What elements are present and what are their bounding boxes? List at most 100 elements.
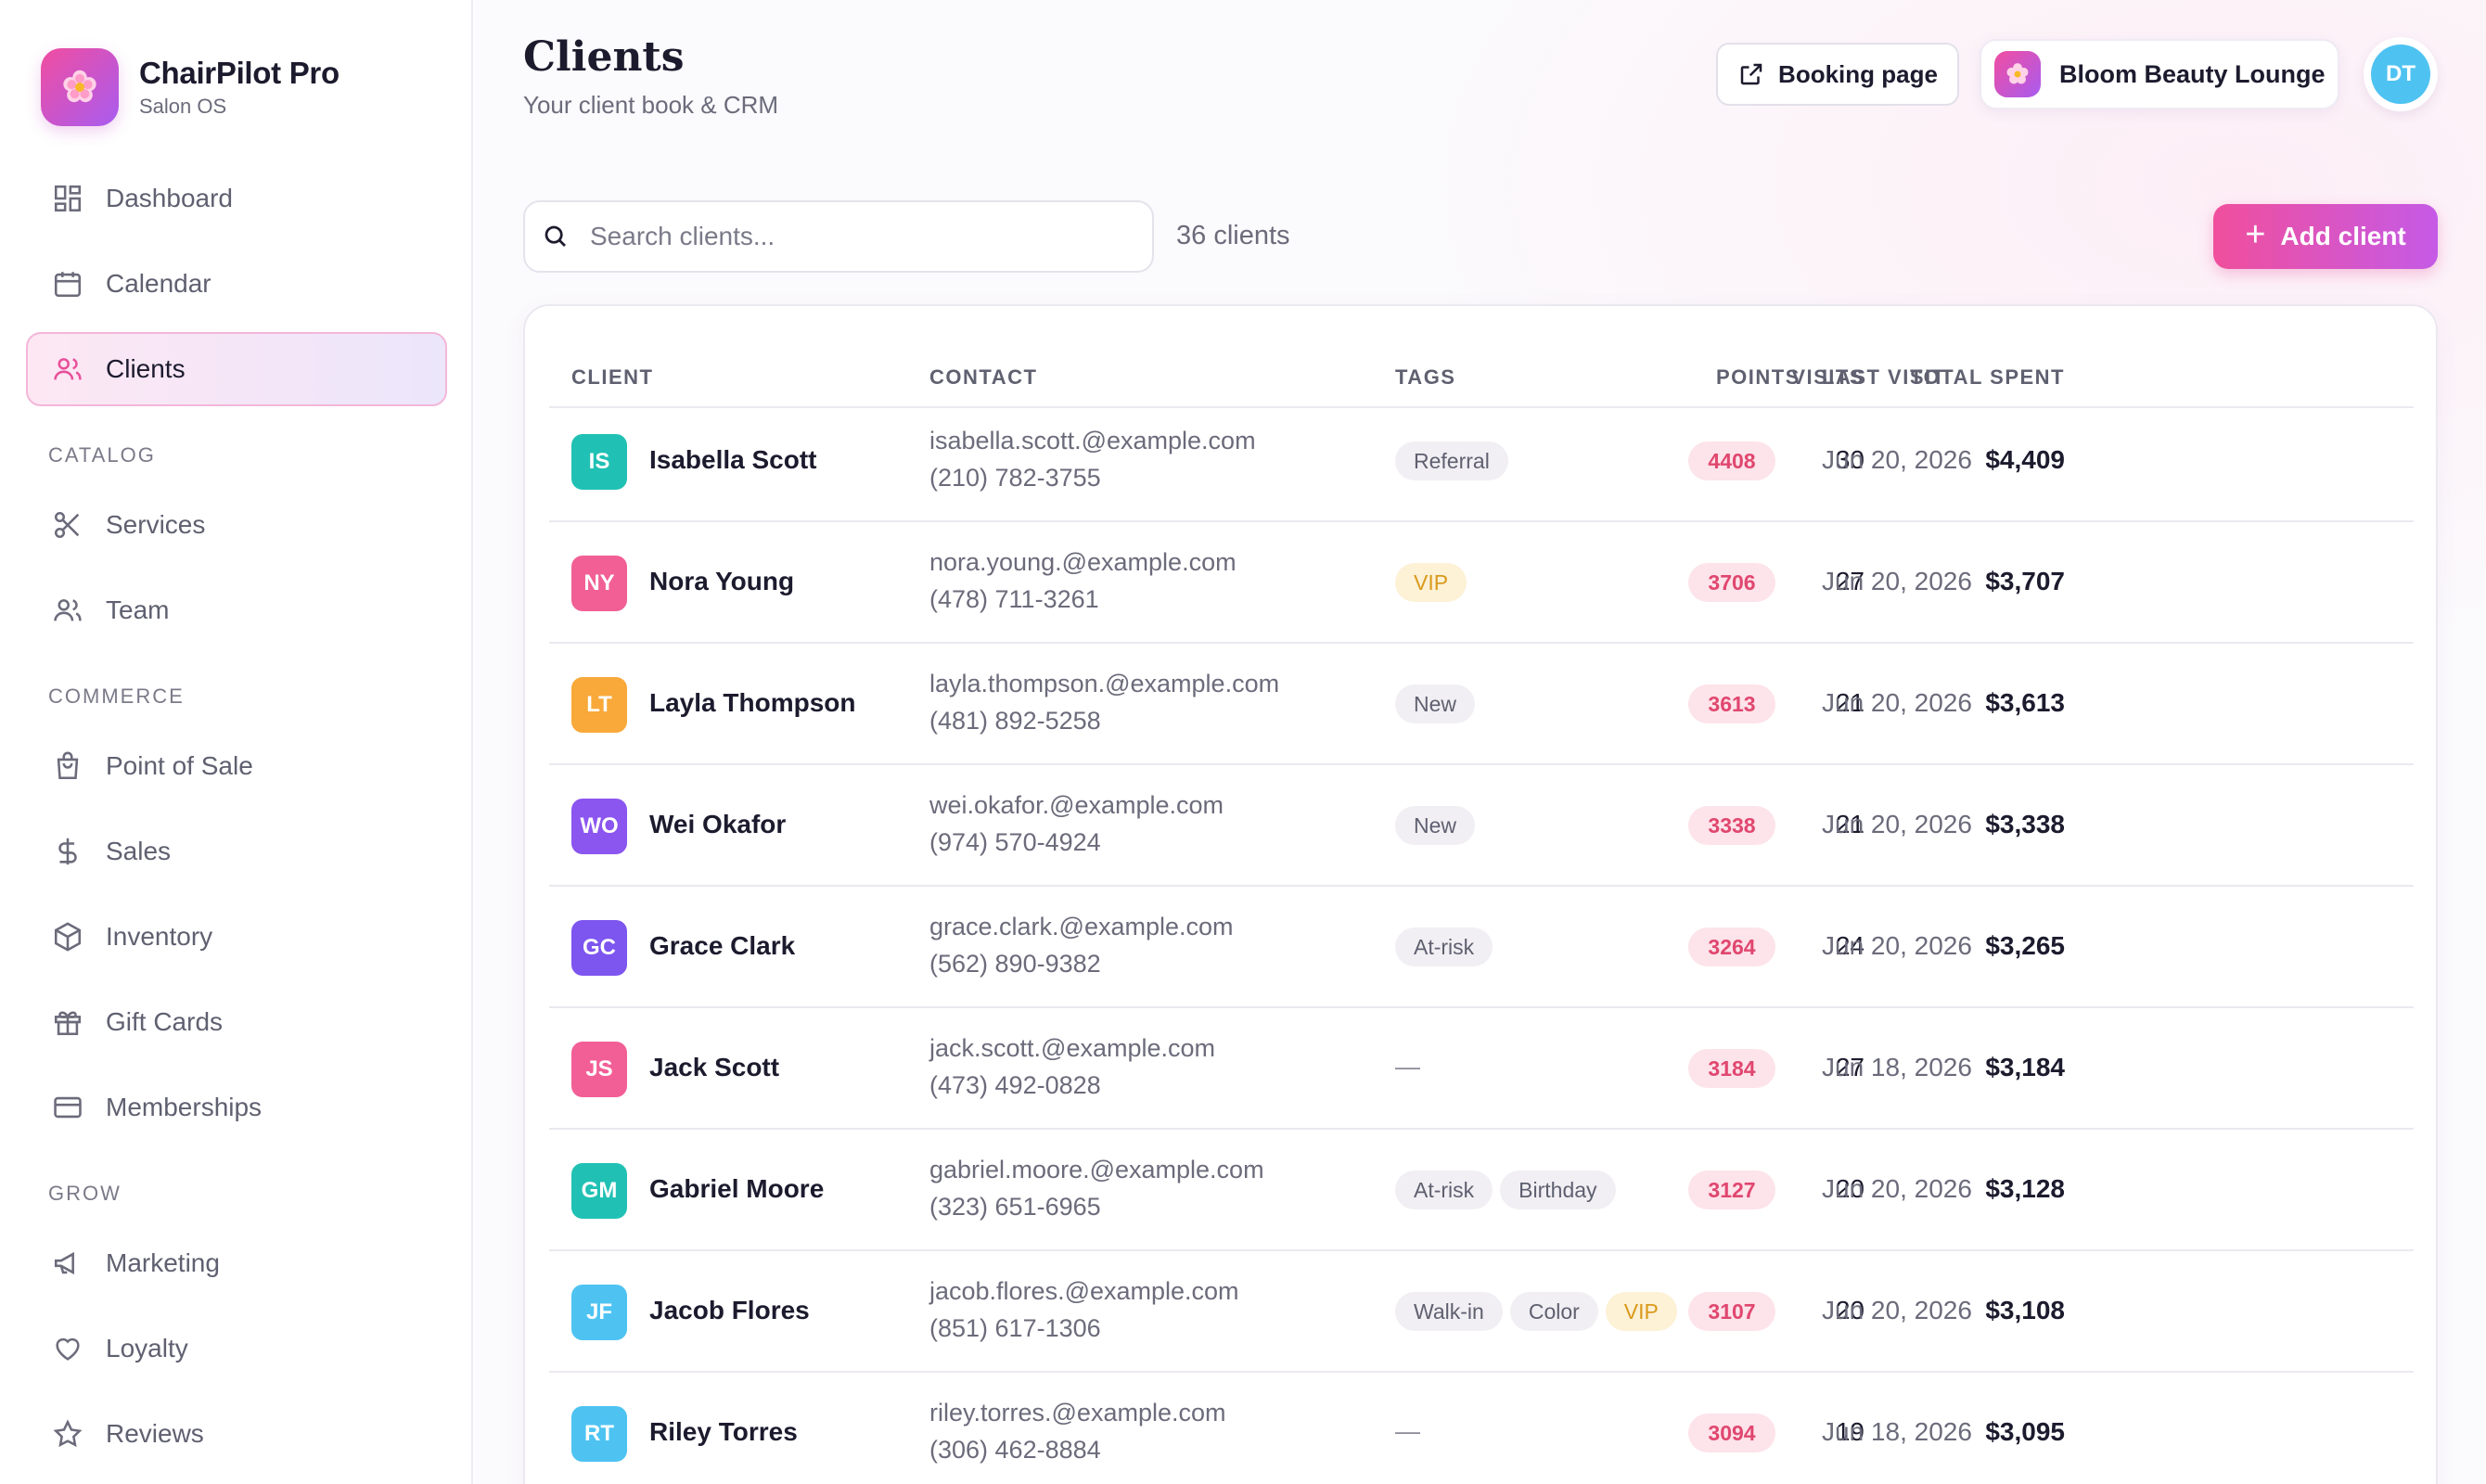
booking-page-label: Booking page bbox=[1778, 59, 1938, 88]
client-tags: Walk-in Color VIP bbox=[1395, 1292, 1685, 1331]
sidebar-item-reviews[interactable]: Reviews bbox=[26, 1397, 447, 1471]
table-row[interactable]: JF Jacob Flores jacob.flores.@example.com (… bbox=[549, 1251, 2414, 1373]
avatar: GM bbox=[571, 1163, 627, 1219]
salon-switcher[interactable]: Bloom Beauty Lounge bbox=[1980, 39, 2339, 109]
client-name[interactable]: Wei Okafor bbox=[649, 810, 786, 839]
client-total-spent: $3,108 bbox=[1985, 1296, 2065, 1324]
sidebar-item-services[interactable]: Services bbox=[26, 488, 447, 562]
client-total-spent: $3,707 bbox=[1985, 567, 2065, 595]
users-icon bbox=[54, 358, 82, 380]
scissors-icon bbox=[54, 511, 80, 539]
client-last-visit: Jun 20, 2026 bbox=[1822, 445, 1972, 474]
client-points: 3094 bbox=[1688, 1414, 1775, 1452]
salon-name: Bloom Beauty Lounge bbox=[2059, 59, 2326, 88]
table-row[interactable]: GM Gabriel Moore gabriel.moore.@example.co… bbox=[549, 1130, 2414, 1251]
client-email: jack.scott.@example.com bbox=[929, 1034, 1216, 1062]
booking-page-button[interactable]: Booking page bbox=[1716, 43, 1959, 106]
table-row[interactable]: GC Grace Clark grace.clark.@example.com (56… bbox=[549, 887, 2414, 1008]
client-email: wei.okafor.@example.com bbox=[929, 791, 1224, 819]
tag-badge: At-risk bbox=[1395, 928, 1493, 966]
column-tags[interactable]: TAGS bbox=[1395, 365, 1455, 390]
dollar-icon bbox=[58, 838, 77, 865]
client-last-visit: Jun 20, 2026 bbox=[1822, 1174, 1972, 1203]
client-tags: At-risk bbox=[1395, 928, 1500, 966]
client-email: isabella.scott.@example.com bbox=[929, 427, 1256, 454]
column-points[interactable]: POINTS bbox=[1716, 365, 1800, 390]
sidebar-item-inventory[interactable]: Inventory bbox=[26, 900, 447, 974]
brand-subtitle: Salon OS bbox=[139, 95, 227, 118]
sidebar-item-label: Services bbox=[106, 510, 206, 539]
user-initials: DT bbox=[2371, 45, 2430, 104]
table-row[interactable]: JS Jack Scott jack.scott.@example.com (473)… bbox=[549, 1008, 2414, 1130]
client-points: 3264 bbox=[1688, 928, 1775, 966]
sidebar-item-calendar[interactable]: Calendar bbox=[26, 247, 447, 321]
client-points: 4408 bbox=[1688, 441, 1775, 480]
client-email: jacob.flores.@example.com bbox=[929, 1277, 1239, 1305]
avatar: IS bbox=[571, 434, 627, 490]
client-name[interactable]: Jack Scott bbox=[649, 1053, 779, 1082]
sidebar-item-sales[interactable]: Sales bbox=[26, 814, 447, 889]
client-phone: (473) 492-0828 bbox=[929, 1071, 1101, 1099]
brand[interactable]: ChairPilot Pro Salon OS bbox=[41, 48, 340, 126]
client-name[interactable]: Jacob Flores bbox=[649, 1296, 810, 1325]
sidebar-item-loyalty[interactable]: Loyalty bbox=[26, 1311, 447, 1386]
external-link-icon bbox=[1740, 63, 1762, 85]
client-name[interactable]: Isabella Scott bbox=[649, 445, 817, 475]
sidebar-item-memberships[interactable]: Memberships bbox=[26, 1070, 447, 1145]
sidebar-item-label: Memberships bbox=[106, 1093, 263, 1121]
plus-icon: + bbox=[2245, 214, 2266, 254]
heart-icon bbox=[56, 1337, 80, 1361]
avatar: JF bbox=[571, 1285, 627, 1340]
client-name[interactable]: Gabriel Moore bbox=[649, 1174, 824, 1204]
client-name[interactable]: Riley Torres bbox=[649, 1417, 798, 1447]
sidebar-item-label: Inventory bbox=[106, 922, 213, 951]
column-contact[interactable]: CONTACT bbox=[929, 365, 1037, 390]
client-phone: (562) 890-9382 bbox=[929, 950, 1101, 978]
tag-badge: Birthday bbox=[1500, 1171, 1616, 1209]
search-input[interactable] bbox=[590, 222, 1109, 251]
client-total-spent: $4,409 bbox=[1985, 445, 2065, 474]
client-tags: — bbox=[1395, 1049, 1420, 1081]
client-points: 3127 bbox=[1688, 1171, 1775, 1209]
sidebar-item-point-of-sale[interactable]: Point of Sale bbox=[26, 729, 447, 803]
client-count: 36 clients bbox=[1176, 221, 1290, 250]
search-box[interactable] bbox=[523, 200, 1154, 273]
client-last-visit: Jun 20, 2026 bbox=[1822, 567, 1972, 595]
client-name[interactable]: Nora Young bbox=[649, 567, 794, 596]
client-name[interactable]: Grace Clark bbox=[649, 931, 795, 961]
sidebar-item-dashboard[interactable]: Dashboard bbox=[26, 161, 447, 236]
table-row[interactable]: LT Layla Thompson layla.thompson.@example.… bbox=[549, 644, 2414, 765]
table-row[interactable]: NY Nora Young nora.young.@example.com (478)… bbox=[549, 522, 2414, 644]
table-row[interactable]: RT Riley Torres riley.torres.@example.com (… bbox=[549, 1373, 2414, 1484]
avatar: LT bbox=[571, 677, 627, 733]
sidebar-item-clients[interactable]: Clients bbox=[26, 332, 447, 406]
add-client-button[interactable]: + Add client bbox=[2213, 204, 2438, 269]
table-row[interactable]: IS Isabella Scott isabella.scott.@example.… bbox=[549, 401, 2414, 522]
megaphone-icon bbox=[54, 1251, 74, 1275]
sidebar-item-gift-cards[interactable]: Gift Cards bbox=[26, 985, 447, 1059]
sidebar-item-label: Team bbox=[106, 595, 170, 624]
client-points: 3107 bbox=[1688, 1292, 1775, 1331]
table-row[interactable]: WO Wei Okafor wei.okafor.@example.com (974)… bbox=[549, 765, 2414, 887]
avatar: GC bbox=[571, 920, 627, 976]
client-total-spent: $3,338 bbox=[1985, 810, 2065, 838]
client-email: layla.thompson.@example.com bbox=[929, 670, 1280, 697]
column-last-visit: LAST VISIT bbox=[1822, 365, 1946, 389]
sidebar-item-label: Sales bbox=[106, 837, 172, 865]
tag-badge: Color bbox=[1509, 1292, 1598, 1331]
sidebar-item-marketing[interactable]: Marketing bbox=[26, 1226, 447, 1300]
client-points: 3613 bbox=[1688, 684, 1775, 723]
sidebar-item-team[interactable]: Team bbox=[26, 573, 447, 647]
team-icon bbox=[54, 599, 82, 621]
client-name[interactable]: Layla Thompson bbox=[649, 688, 855, 718]
user-avatar[interactable]: DT bbox=[2364, 37, 2438, 111]
client-phone: (306) 462-8884 bbox=[929, 1436, 1101, 1464]
nav-section-catalog: CATALOG bbox=[48, 443, 156, 467]
sidebar-item-label: Point of Sale bbox=[106, 751, 253, 780]
avatar: JS bbox=[571, 1042, 627, 1097]
column-client[interactable]: CLIENT bbox=[571, 365, 653, 390]
client-total-spent: $3,128 bbox=[1985, 1174, 2065, 1203]
client-tags: Referral bbox=[1395, 441, 1516, 480]
avatar: RT bbox=[571, 1406, 627, 1462]
card-icon bbox=[54, 1096, 82, 1119]
